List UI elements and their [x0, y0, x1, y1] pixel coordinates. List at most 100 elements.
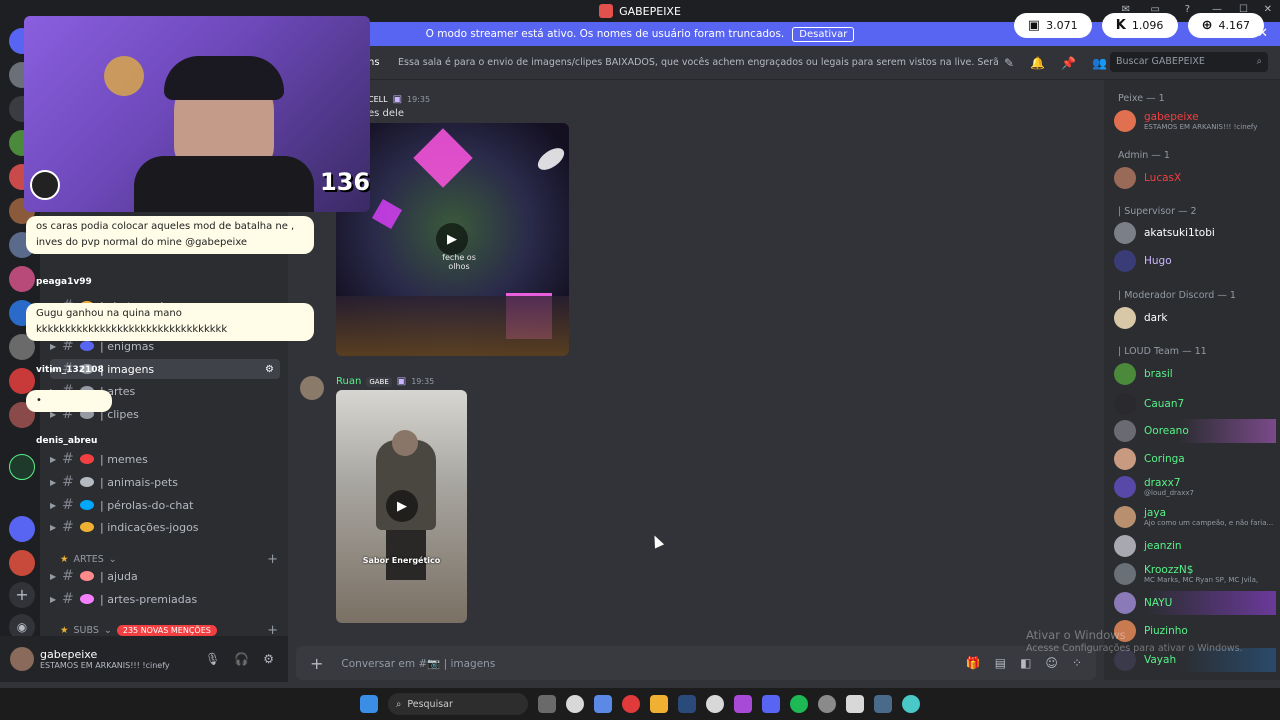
channel-animais-pets[interactable]: ▶ # | animais-pets	[50, 472, 280, 492]
twitch-counter: ▣ 3.071	[1013, 13, 1092, 38]
channel-perolas-do-chat[interactable]: ▶ # | pérolas-do-chat	[50, 495, 280, 515]
app-icon[interactable]	[706, 695, 724, 713]
member-item[interactable]: NAYU	[1114, 591, 1276, 615]
stream-chat-bubble: •	[26, 390, 112, 412]
channel-ajuda[interactable]: ▶ # | ajuda	[50, 566, 280, 586]
message-header: Ruan GABE ▣ 19:35	[336, 376, 434, 387]
app-icon[interactable]	[874, 695, 892, 713]
gift-icon[interactable]: 🎁	[966, 656, 981, 670]
pin-icon[interactable]: 📌	[1061, 56, 1076, 70]
start-icon[interactable]	[360, 695, 378, 713]
member-item[interactable]: jaya Ajo como um campeão, e não faria...	[1114, 505, 1276, 529]
app-icon[interactable]	[846, 695, 864, 713]
headphones-icon[interactable]: 🎧	[234, 652, 249, 666]
window-title: GABEPEIXE	[619, 4, 681, 18]
opera-icon[interactable]	[622, 695, 640, 713]
add-attachment-icon[interactable]: +	[310, 654, 323, 673]
video-attachment[interactable]: ▶ Sabor Energético	[336, 390, 467, 623]
member-item[interactable]: KroozzN$ MC Marks, MC Ryan SP, MC Jvila,	[1114, 562, 1276, 586]
gif-icon[interactable]: ▤	[995, 656, 1006, 670]
task-view-icon[interactable]	[538, 695, 556, 713]
member-item[interactable]: draxx7 @loud_draxx7	[1114, 475, 1276, 499]
category-artes[interactable]: ★ ARTES ⌄ +	[60, 552, 278, 567]
member-item[interactable]: Coringa	[1114, 447, 1276, 471]
windows-taskbar: ⌕ Pesquisar	[0, 688, 1280, 720]
channel-settings-icon[interactable]: ⚙	[265, 364, 274, 375]
channel-artes-premiadas[interactable]: ▶ # | artes-premiadas	[50, 589, 280, 609]
new-mentions-pill[interactable]: 235 NOVAS MENÇÕES	[116, 625, 217, 636]
user-panel: gabepeixe ESTAMOS EM ARKANIS!!! !cinefy …	[0, 636, 288, 682]
microphone-icon[interactable]: 🎙	[205, 652, 220, 666]
member-item[interactable]: jeanzin	[1114, 534, 1276, 558]
gear-icon[interactable]: ⚙	[263, 652, 274, 666]
member-item[interactable]: brasil	[1114, 362, 1276, 386]
total-counter: ⊕ 4.167	[1187, 13, 1264, 38]
app-icon[interactable]	[734, 695, 752, 713]
channel-indicacoes-jogos[interactable]: ▶ # | indicações-jogos	[50, 517, 280, 537]
member-item[interactable]: Hugo	[1114, 249, 1276, 273]
member-item[interactable]: LucasX	[1114, 166, 1276, 190]
role-header: Admin — 1	[1118, 150, 1170, 161]
message-time: 19:35	[407, 95, 431, 104]
member-item[interactable]: dark	[1114, 306, 1276, 330]
stream-counter: 136	[320, 168, 370, 196]
role-header: | Supervisor — 2	[1118, 206, 1197, 217]
search-icon: ⌕	[1256, 56, 1262, 67]
message-header: CELL ▣ 19:35	[368, 94, 430, 105]
close-window-button[interactable]: ✕	[1264, 4, 1272, 15]
server-icon[interactable]	[9, 266, 35, 292]
sticker-icon[interactable]: ◧	[1020, 656, 1031, 670]
windows-activation-watermark: Ativar o Windows Acesse Configurações pa…	[1026, 628, 1243, 654]
add-server-icon[interactable]: +	[9, 582, 35, 608]
total-count: 4.167	[1218, 19, 1251, 32]
emoji-icon[interactable]: ☺	[1045, 656, 1058, 670]
folder-icon[interactable]	[650, 695, 668, 713]
message-composer[interactable]: + Conversar em #📷 | imagens 🎁 ▤ ◧ ☺ ⁘	[296, 646, 1096, 680]
channel-header: ns Essa sala é para o envio de imagens/c…	[288, 46, 1280, 80]
discord-icon[interactable]	[762, 695, 780, 713]
user-status: ESTAMOS EM ARKANIS!!! !cinefy	[40, 661, 170, 670]
webcam-overlay: 136	[24, 16, 370, 212]
sub-badge-icon: ▣	[396, 376, 407, 387]
twitch-icon: ▣	[1027, 18, 1041, 33]
steam-icon[interactable]	[678, 695, 696, 713]
viewer-counters: ▣ 3.071 K 1.096 ⊕ 4.167	[1013, 13, 1264, 38]
avatar[interactable]	[300, 376, 324, 400]
sub-badge-icon: ▣	[392, 94, 403, 105]
play-icon[interactable]: ▶	[386, 490, 418, 522]
play-icon[interactable]: ▶	[436, 223, 468, 255]
search-icon: ⌕	[396, 698, 402, 710]
member-item[interactable]: Ooreano	[1114, 419, 1276, 443]
member-item[interactable]: Cauan7	[1114, 392, 1276, 416]
app-icon[interactable]	[902, 695, 920, 713]
copilot-icon[interactable]	[594, 695, 612, 713]
role-header: | Moderador Discord — 1	[1118, 290, 1236, 301]
channel-topic[interactable]: Essa sala é para o envio de imagens/clip…	[398, 57, 998, 68]
bell-icon[interactable]: 🔔	[1030, 56, 1045, 70]
server-icon[interactable]	[9, 550, 35, 576]
banner-text: O modo streamer está ativo. Os nomes de …	[425, 28, 785, 40]
members-icon[interactable]: 👥	[1092, 56, 1107, 70]
taskbar-search[interactable]: ⌕ Pesquisar	[388, 693, 528, 715]
spotify-icon[interactable]	[790, 695, 808, 713]
message-author[interactable]: Ruan	[336, 376, 361, 387]
app-icon[interactable]	[818, 695, 836, 713]
member-item[interactable]: gabepeixe ESTAMOS EM ARKANIS!!! !cinefy	[1114, 109, 1276, 133]
message-author[interactable]: CELL	[368, 95, 388, 104]
video-attachment[interactable]: ▶ feche os olhos	[336, 123, 569, 356]
disable-streamer-mode-button[interactable]: Desativar	[792, 26, 855, 42]
member-list: Peixe — 1 gabepeixe ESTAMOS EM ARKANIS!!!…	[1104, 80, 1280, 680]
role-tag: GABE	[366, 376, 392, 387]
add-channel-icon[interactable]: +	[267, 552, 278, 567]
member-item[interactable]: akatsuki1tobi	[1114, 221, 1276, 245]
avatar[interactable]	[10, 647, 34, 671]
message-input[interactable]: Conversar em #📷 | imagens	[341, 657, 495, 670]
server-icon[interactable]	[9, 516, 35, 542]
app-icon[interactable]	[566, 695, 584, 713]
video-caption: feche os olhos	[442, 253, 476, 271]
threads-icon[interactable]: ✎	[1004, 56, 1014, 70]
channel-memes[interactable]: ▶ # | memes	[50, 449, 280, 469]
apps-icon[interactable]: ⁘	[1072, 656, 1082, 670]
search-input[interactable]: Buscar GABEPEIXE ⌕	[1110, 52, 1268, 72]
loud-server-icon[interactable]	[9, 454, 35, 480]
